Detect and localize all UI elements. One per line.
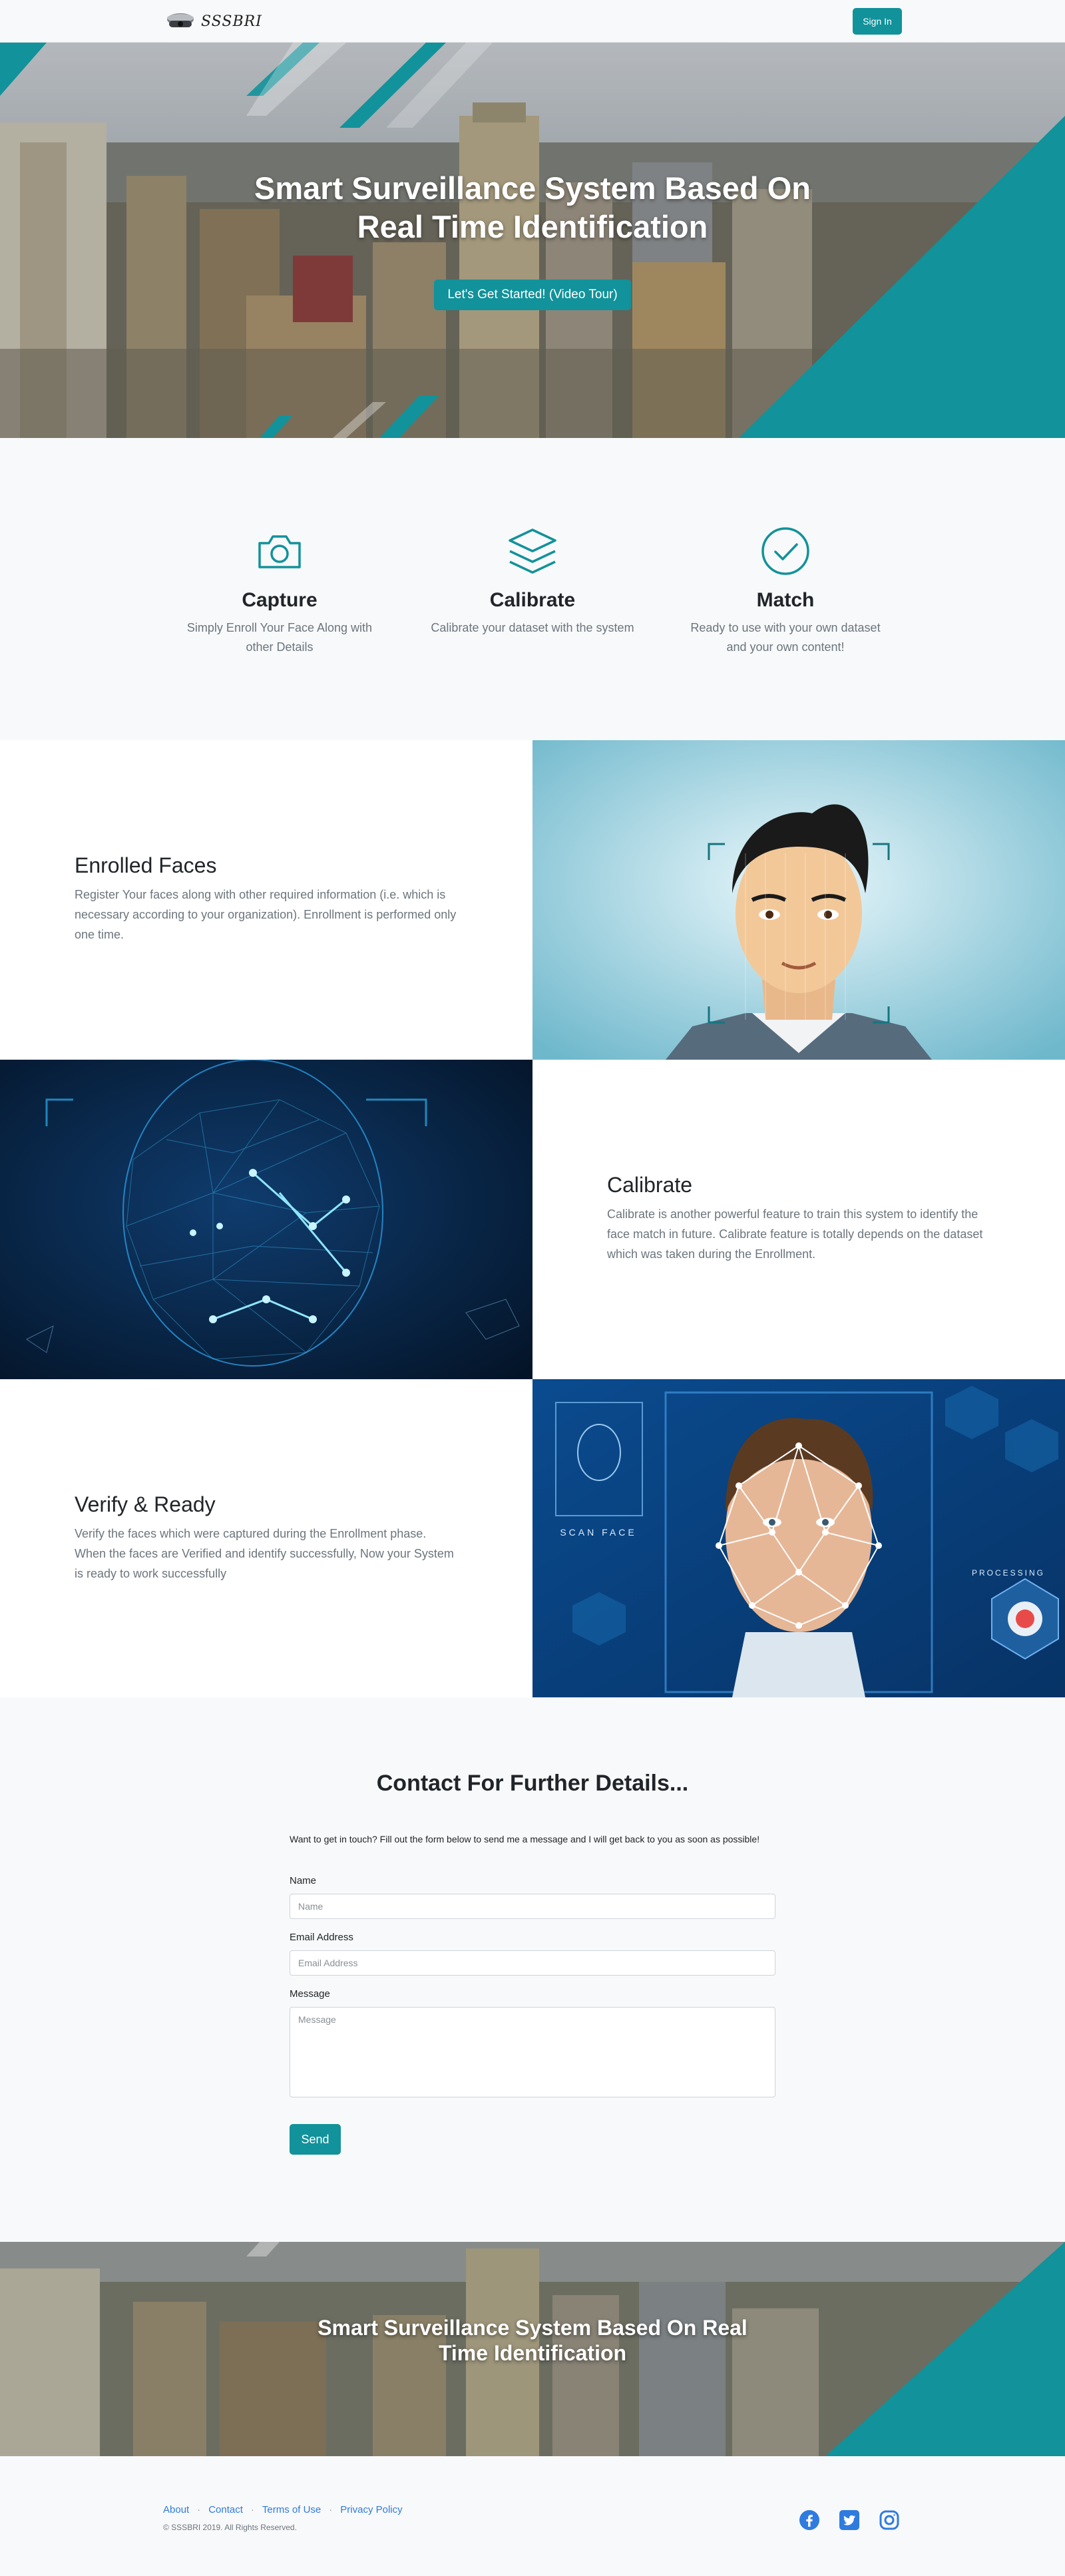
separator: · bbox=[329, 2504, 333, 2515]
email-field[interactable] bbox=[290, 1950, 775, 1976]
feature-capture: Capture Simply Enroll Your Face Along wi… bbox=[173, 525, 386, 657]
contact-section: Contact For Further Details... Want to g… bbox=[0, 1697, 1065, 2242]
feature-description: Calibrate your dataset with the system bbox=[431, 621, 634, 634]
brand[interactable]: SSSBRI bbox=[165, 8, 262, 35]
footer-link-terms[interactable]: Terms of Use bbox=[262, 2504, 321, 2515]
message-field[interactable] bbox=[290, 2007, 775, 2097]
cctv-camera-logo-icon bbox=[167, 13, 194, 27]
sign-in-button[interactable]: Sign In bbox=[853, 8, 902, 35]
feature-match: Match Ready to use with your own dataset… bbox=[679, 525, 892, 657]
footer-link-contact[interactable]: Contact bbox=[208, 2504, 243, 2515]
separator: · bbox=[197, 2504, 201, 2515]
send-button[interactable]: Send bbox=[290, 2124, 341, 2155]
wireframe-head-image bbox=[0, 1060, 532, 1379]
contact-intro: Want to get in touch? Fill out the form … bbox=[290, 1834, 760, 1844]
cta-section: Smart Surveillance System Based On Real … bbox=[0, 2242, 1065, 2456]
twitter-icon[interactable] bbox=[839, 2509, 860, 2531]
cta-title: Smart Surveillance System Based On Real … bbox=[318, 2316, 747, 2365]
separator: · bbox=[250, 2504, 254, 2515]
check-circle-icon bbox=[761, 527, 809, 575]
feature-calibrate: Calibrate Calibrate your dataset with th… bbox=[426, 525, 639, 638]
message-label: Message bbox=[290, 1988, 330, 2000]
feature-title: Match bbox=[756, 589, 815, 611]
processing-label: PROCESSING bbox=[971, 1568, 1045, 1578]
email-label: Email Address bbox=[290, 1932, 353, 1943]
brand-text: SSSBRI bbox=[201, 13, 262, 30]
footer-link-about[interactable]: About bbox=[163, 2504, 189, 2515]
copyright-text: © SSSBRI 2019. All Rights Reserved. bbox=[163, 2523, 297, 2532]
footer-links: About · Contact · Terms of Use · Privacy… bbox=[163, 2504, 403, 2515]
showcase-title: Verify & Ready bbox=[75, 1492, 216, 1516]
showcase-verify: Verify & Ready Verify the faces which we… bbox=[0, 1379, 532, 1697]
navbar: SSSBRI Sign In bbox=[0, 0, 1065, 43]
cartoon-face-scan-image bbox=[532, 740, 1065, 1060]
footer: About · Contact · Terms of Use · Privacy… bbox=[0, 2456, 1065, 2576]
layers-icon bbox=[509, 529, 556, 574]
scan-face-label: SCAN FACE bbox=[560, 1527, 637, 1538]
showcase-description: Register Your faces along with other req… bbox=[75, 888, 457, 941]
camera-icon bbox=[258, 535, 301, 568]
showcase-enrolled: Enrolled Faces Register Your faces along… bbox=[0, 740, 532, 1060]
name-label: Name bbox=[290, 1875, 317, 1886]
feature-title: Calibrate bbox=[489, 589, 576, 611]
footer-link-privacy[interactable]: Privacy Policy bbox=[340, 2504, 402, 2515]
face-recognition-scan-image: SCAN FACE PROCESSING bbox=[532, 1379, 1065, 1697]
showcase-calibrate: Calibrate Calibrate is another powerful … bbox=[532, 1060, 1065, 1379]
contact-title: Contact For Further Details... bbox=[376, 1771, 689, 1796]
facebook-icon[interactable] bbox=[799, 2509, 820, 2531]
showcase-description: Calibrate is another powerful feature to… bbox=[607, 1207, 983, 1261]
video-tour-button[interactable]: Let's Get Started! (Video Tour) bbox=[434, 280, 631, 310]
showcase-title: Enrolled Faces bbox=[75, 853, 217, 877]
hero-title: Smart Surveillance System Based On Real … bbox=[254, 170, 811, 244]
hero-section: Smart Surveillance System Based On Real … bbox=[0, 43, 1065, 438]
name-field[interactable] bbox=[290, 1894, 775, 1919]
features-section: Capture Simply Enroll Your Face Along wi… bbox=[0, 438, 1065, 740]
feature-title: Capture bbox=[242, 589, 318, 611]
instagram-icon[interactable] bbox=[879, 2509, 900, 2531]
feature-description: Ready to use with your own dataset and y… bbox=[690, 621, 881, 654]
showcase-description: Verify the faces which were captured dur… bbox=[75, 1527, 454, 1580]
showcase-title: Calibrate bbox=[607, 1173, 693, 1197]
feature-description: Simply Enroll Your Face Along with other… bbox=[186, 621, 373, 654]
